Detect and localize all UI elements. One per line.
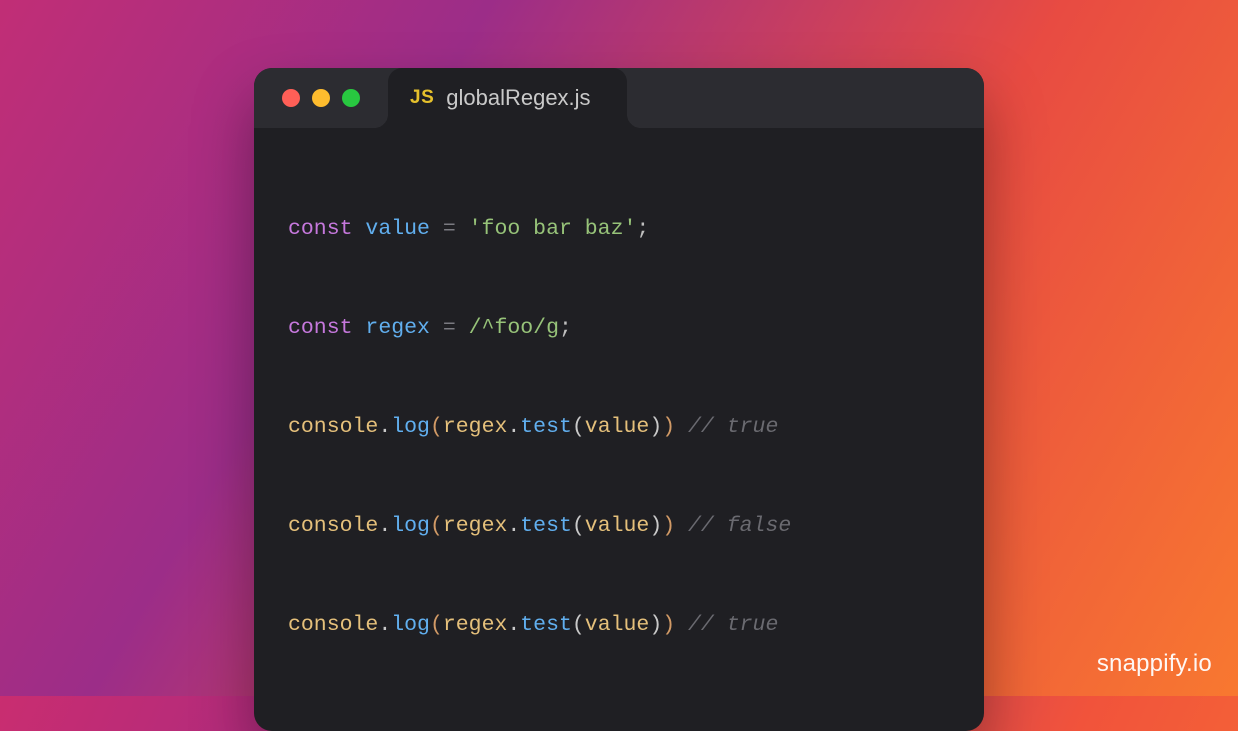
comment: // true bbox=[688, 415, 778, 439]
watermark: snappify.io bbox=[1097, 650, 1212, 678]
js-icon: JS bbox=[410, 87, 434, 109]
identifier-regex: regex bbox=[443, 415, 508, 439]
tab-file[interactable]: JS globalRegex.js bbox=[388, 68, 627, 128]
close-icon[interactable] bbox=[282, 89, 300, 107]
identifier-regex: regex bbox=[365, 316, 430, 340]
window-titlebar: JS globalRegex.js bbox=[254, 68, 984, 128]
method-log: log bbox=[391, 613, 430, 637]
code-window: JS globalRegex.js const value = 'foo bar… bbox=[254, 68, 984, 731]
code-line: console.log(regex.test(value)) // true bbox=[288, 415, 950, 440]
identifier-console: console bbox=[288, 415, 378, 439]
identifier-regex: regex bbox=[443, 613, 508, 637]
comment: // true bbox=[688, 613, 778, 637]
code-line: const regex = /^foo/g; bbox=[288, 316, 950, 341]
identifier-value: value bbox=[585, 514, 650, 538]
keyword-const: const bbox=[288, 316, 353, 340]
code-line: const value = 'foo bar baz'; bbox=[288, 217, 950, 242]
maximize-icon[interactable] bbox=[342, 89, 360, 107]
identifier-console: console bbox=[288, 613, 378, 637]
identifier-regex: regex bbox=[443, 514, 508, 538]
semicolon: ; bbox=[559, 316, 572, 340]
tab-filename: globalRegex.js bbox=[446, 85, 590, 111]
identifier-console: console bbox=[288, 514, 378, 538]
code-line: console.log(regex.test(value)) // true bbox=[288, 613, 950, 638]
tab-bar: JS globalRegex.js bbox=[388, 68, 984, 128]
method-test: test bbox=[520, 613, 572, 637]
identifier-value: value bbox=[585, 415, 650, 439]
identifier-value: value bbox=[365, 217, 430, 241]
semicolon: ; bbox=[636, 217, 649, 241]
comment: // false bbox=[688, 514, 791, 538]
code-line: console.log(regex.test(value)) // false bbox=[288, 514, 950, 539]
method-test: test bbox=[520, 514, 572, 538]
method-test: test bbox=[520, 415, 572, 439]
regex-literal: /^foo/g bbox=[469, 316, 559, 340]
string-literal: 'foo bar baz' bbox=[469, 217, 637, 241]
traffic-lights bbox=[254, 68, 388, 128]
keyword-const: const bbox=[288, 217, 353, 241]
method-log: log bbox=[391, 415, 430, 439]
operator-equals: = bbox=[443, 316, 456, 340]
identifier-value: value bbox=[585, 613, 650, 637]
method-log: log bbox=[391, 514, 430, 538]
operator-equals: = bbox=[443, 217, 456, 241]
code-editor: const value = 'foo bar baz'; const regex… bbox=[254, 128, 984, 731]
minimize-icon[interactable] bbox=[312, 89, 330, 107]
